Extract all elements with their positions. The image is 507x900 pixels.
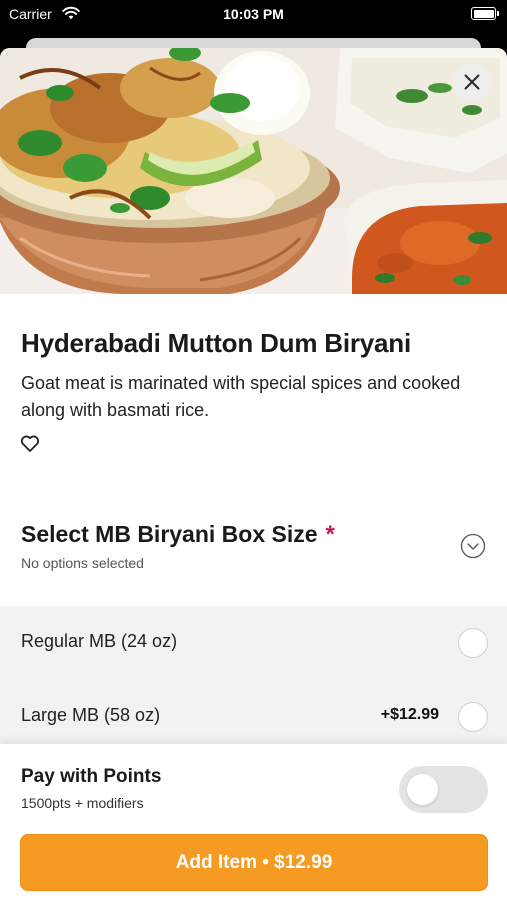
pay-with-points-toggle[interactable] (399, 766, 488, 813)
option-label: Large MB (58 oz) (21, 705, 161, 725)
checkout-footer: Pay with Points 1500pts + modifiers Add … (0, 744, 507, 900)
option-radio[interactable] (458, 702, 488, 732)
size-options-list: Regular MB (24 oz) Large MB (58 oz) +$12… (0, 606, 507, 756)
size-section-title-text: Select MB Biryani Box Size (21, 521, 318, 547)
size-option-regular[interactable]: Regular MB (24 oz) (0, 606, 507, 680)
size-section-subtitle: No options selected (21, 555, 144, 571)
pay-with-points-title: Pay with Points (21, 766, 162, 787)
option-label: Regular MB (24 oz) (21, 631, 178, 651)
item-detail-sheet: Hyderabadi Mutton Dum Biryani Goat meat … (0, 48, 507, 900)
toggle-knob (407, 774, 438, 805)
close-icon (464, 74, 480, 90)
item-title: Hyderabadi Mutton Dum Biryani (21, 328, 412, 358)
option-radio[interactable] (458, 628, 488, 658)
item-photo (0, 48, 507, 294)
heart-icon[interactable] (20, 434, 40, 453)
size-option-large[interactable]: Large MB (58 oz) +$12.99 (0, 680, 507, 754)
close-button[interactable] (453, 63, 491, 101)
battery-icon (471, 7, 499, 20)
pay-with-points-subtitle: 1500pts + modifiers (21, 795, 144, 811)
chevron-down-icon[interactable] (460, 533, 486, 559)
add-item-button[interactable]: Add Item • $12.99 (20, 834, 488, 891)
size-section-title: Select MB Biryani Box Size * (21, 521, 335, 549)
option-price: +$12.99 (380, 706, 439, 723)
status-bar: Carrier 10:03 PM (0, 0, 507, 30)
item-description: Goat meat is marinated with special spic… (21, 373, 461, 420)
biryani-photo (0, 48, 507, 294)
clock: 10:03 PM (223, 6, 284, 22)
required-marker: * (325, 521, 335, 548)
